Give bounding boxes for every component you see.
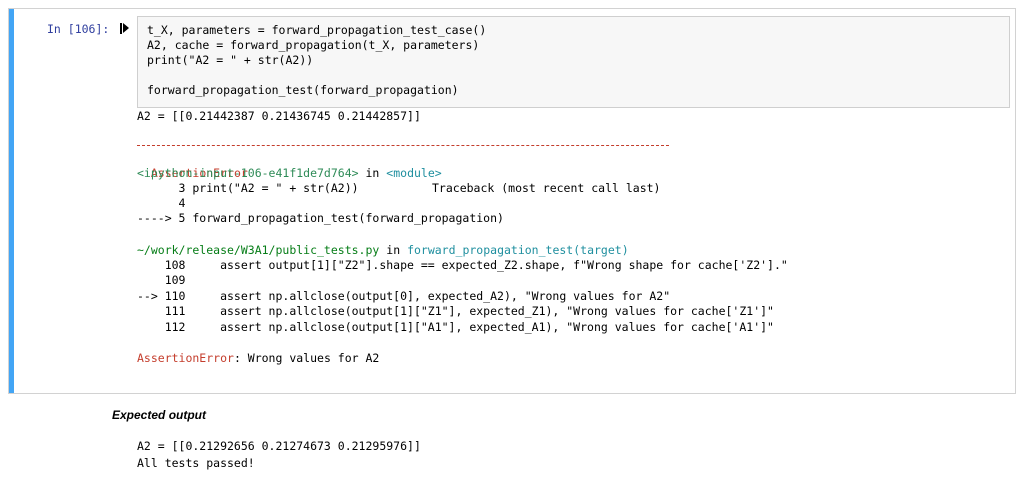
in-word-2: in bbox=[386, 243, 401, 257]
cell-prompt: In [106]: bbox=[47, 22, 110, 36]
expected-output-title: Expected output bbox=[112, 408, 207, 422]
final-error-msg: : Wrong values for A2 bbox=[233, 351, 380, 365]
input-ref: <ipython-input-106-e41f1de7d764> bbox=[137, 166, 359, 180]
tb1-line-3: ----> 5 forward_propagation_test(forward… bbox=[137, 211, 504, 225]
code-line-1: t_X, parameters = forward_propagation_te… bbox=[147, 23, 487, 37]
code-line-5: forward_propagation_test(forward_propaga… bbox=[147, 83, 459, 97]
traceback-header-row: AssertionError Traceback (most recent ca… bbox=[137, 151, 667, 195]
tb1-line-2: 4 bbox=[137, 196, 193, 210]
func-ref: forward_propagation_test(target) bbox=[407, 243, 629, 257]
traceback-header: Traceback (most recent call last) bbox=[432, 181, 661, 195]
tb2-line-3: --> 110 assert np.allclose(output[0], ex… bbox=[137, 289, 671, 303]
in-word-1: in bbox=[365, 166, 380, 180]
tb2-line-1: 108 assert output[1]["Z2"].shape == expe… bbox=[137, 258, 788, 272]
module-ref: <module> bbox=[386, 166, 442, 180]
traceback-location-1: <ipython-input-106-e41f1de7d764> in <mod… bbox=[137, 166, 442, 181]
code-line-3: print("A2 = " + str(A2)) bbox=[147, 53, 313, 68]
traceback-location-2: ~/work/release/W3A1/public_tests.py in f… bbox=[137, 243, 629, 258]
code-line-3-text: print("A2 = " + str(A2)) bbox=[147, 53, 314, 67]
cell-selection-bar bbox=[9, 9, 14, 393]
output-a2-line: A2 = [[0.21442387 0.21436745 0.21442857]… bbox=[137, 109, 421, 123]
tb1-line-1: 3 print("A2 = " + str(A2)) bbox=[137, 181, 359, 195]
final-error-row: AssertionError: Wrong values for A2 bbox=[137, 351, 379, 366]
run-cursor-icon bbox=[120, 22, 130, 36]
final-error-name: AssertionError bbox=[137, 351, 234, 365]
code-input-area[interactable]: t_X, parameters = forward_propagation_te… bbox=[137, 16, 1010, 108]
expected-a2-line: A2 = [[0.21292656 0.21274673 0.21295976]… bbox=[137, 439, 421, 453]
tb2-line-5: 112 assert np.allclose(output[1]["A1"], … bbox=[137, 320, 774, 334]
tb2-line-4: 111 assert np.allclose(output[1]["Z1"], … bbox=[137, 304, 774, 318]
file-path: ~/work/release/W3A1/public_tests.py bbox=[137, 243, 380, 257]
traceback-separator bbox=[137, 145, 669, 150]
code-line-2: A2, cache = forward_propagation(t_X, par… bbox=[147, 38, 480, 52]
expected-passed-line: All tests passed! bbox=[137, 456, 255, 470]
tb2-line-2: 109 bbox=[137, 273, 193, 287]
